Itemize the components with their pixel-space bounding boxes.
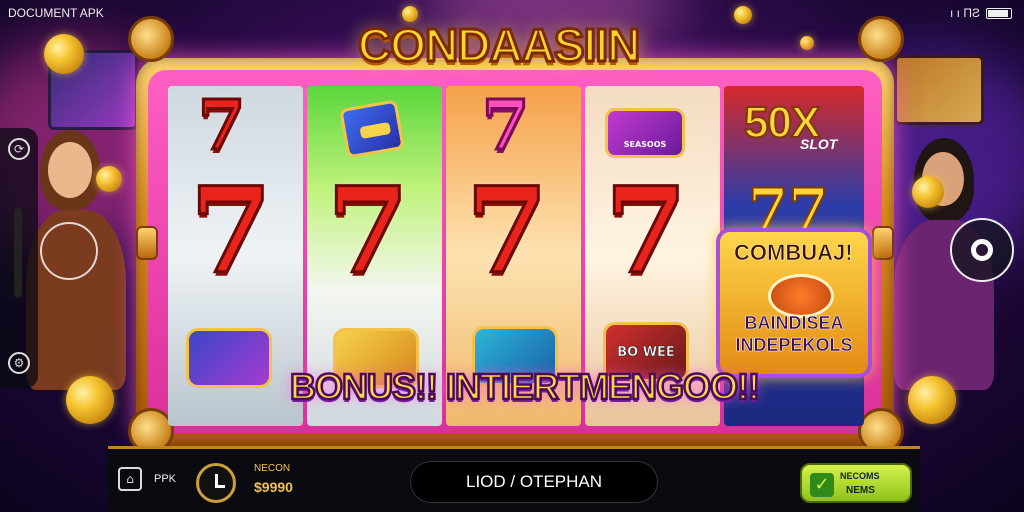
bonus-banner: BONUS!! INTIERTMENGOO!!: [289, 365, 761, 409]
coin-icon: [908, 376, 956, 424]
seven-symbol: 7: [480, 86, 530, 166]
credit-label: NECON: [254, 463, 291, 474]
badge-symbol: SEASOOS: [605, 108, 685, 158]
panel-icon-label: PPK: [154, 473, 177, 485]
confirm-button-label-2: NEMS: [846, 485, 875, 496]
bonus-card-subtitle: BAINDISEA INDEPEKOLS: [724, 312, 864, 356]
seven-symbol: 7: [325, 161, 410, 300]
check-icon: ✓: [810, 473, 834, 497]
bottom-control-panel: ⌂ PPK NECON $9990 LIOD / OTEPHAN ✓ NECOM…: [108, 446, 920, 512]
status-field[interactable]: LIOD / OTEPHAN: [410, 461, 658, 503]
settings-icon[interactable]: ⚙: [8, 352, 30, 374]
coin-icon: [96, 166, 122, 192]
confirm-button-label-1: NECOMS: [840, 471, 880, 481]
gem-symbol: [339, 99, 405, 159]
credit-value: $9990: [254, 479, 293, 495]
bg-arcade-machine-right: [894, 55, 984, 125]
status-indicators: ı ı ΠƧ: [950, 6, 1012, 20]
home-icon[interactable]: ⌂: [118, 467, 142, 491]
frame-scroll-ornament: [128, 16, 174, 62]
volume-slider[interactable]: [14, 208, 22, 298]
bonus-card-title: COMBUAJ!: [734, 240, 853, 266]
coin-icon: [734, 6, 752, 24]
multiplier-sub-label: SLOT: [800, 136, 838, 152]
refresh-icon[interactable]: ⟳: [8, 138, 30, 160]
coin-icon: [912, 176, 944, 208]
clock-icon[interactable]: [196, 463, 236, 503]
status-app-label: DOCUMENT APK: [8, 6, 104, 20]
signal-icon: ı ı ΠƧ: [949, 6, 980, 20]
side-control-bar: ⟳ ⚙: [0, 128, 38, 388]
joystick-button[interactable]: [40, 222, 98, 280]
gem-bag-symbol: [186, 328, 272, 388]
game-title: CONDAASIIN: [356, 18, 641, 73]
game-logo: CONDAASIIN: [340, 8, 684, 82]
seven-symbol: 7: [464, 161, 549, 300]
bonus-symbol-label: BO WEE: [617, 345, 675, 361]
badge-symbol-label: SEASOOS: [623, 140, 667, 149]
battery-icon: [986, 7, 1012, 19]
seven-symbol: 7: [188, 161, 273, 300]
confirm-button[interactable]: ✓ NECOMS NEMS: [800, 463, 912, 503]
seven-symbol: 7: [603, 161, 688, 300]
bonus-card-sub-line1: BAINDISEA: [744, 313, 844, 334]
coin-icon: [800, 36, 814, 50]
coin-icon: [44, 34, 84, 74]
spin-button[interactable]: [950, 218, 1014, 282]
reel-1: 7 7: [168, 86, 303, 426]
bonus-card-sub-line2: INDEPEKOLS: [735, 335, 853, 356]
seven-symbol: 7: [196, 86, 246, 166]
coin-icon: [66, 376, 114, 424]
frame-bracket: [872, 226, 894, 260]
frame-scroll-ornament: [858, 16, 904, 62]
frame-bracket: [136, 226, 158, 260]
